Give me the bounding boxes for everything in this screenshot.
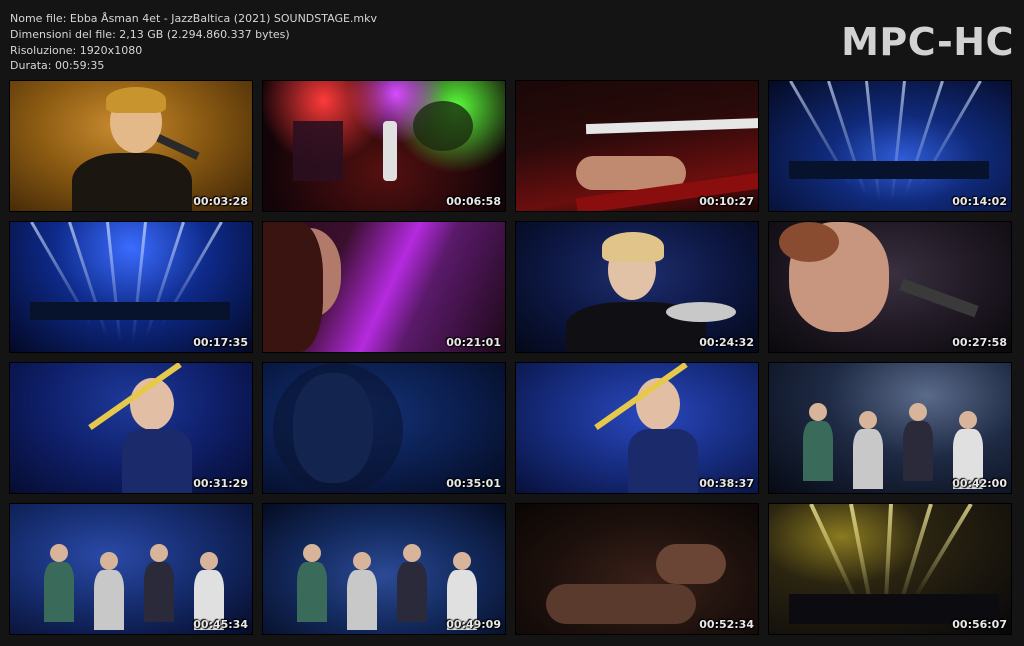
file-info: Nome file: Ebba Åsman 4et - JazzBaltica …	[10, 11, 377, 74]
thumbnail-timestamp: 00:35:01	[446, 477, 501, 490]
thumbnail-frame-image	[10, 222, 252, 352]
performer-hair	[263, 222, 323, 352]
thumbnail-frame-image	[516, 504, 758, 634]
musician-body	[903, 421, 933, 481]
musician-head	[303, 544, 321, 562]
file-size: Dimensioni del file: 2,13 GB (2.294.860.…	[10, 27, 290, 41]
stage-floor	[789, 161, 989, 179]
musician-head	[453, 552, 471, 570]
file-name: Nome file: Ebba Åsman 4et - JazzBaltica …	[10, 12, 378, 25]
thumbnail-frame-image	[769, 363, 1011, 493]
microphone	[899, 278, 979, 318]
musician-head	[403, 544, 421, 562]
thumbnail-timestamp: 00:56:07	[952, 618, 1007, 631]
musician-head	[959, 411, 977, 429]
thumbnail-frame-image	[516, 81, 758, 211]
musician-body	[94, 570, 124, 630]
performer-body	[72, 153, 192, 211]
thumbnail-grid: 00:03:28 00:06:58 00:10:27 00:14:02 00:17:35…	[9, 80, 1013, 636]
musician-head	[809, 403, 827, 421]
drum-kit	[413, 101, 473, 151]
thumbnail-frame-image	[516, 222, 758, 352]
video-thumbnail: 00:21:01	[262, 221, 506, 353]
stage-floor	[30, 302, 230, 320]
thumbnail-timestamp: 00:45:34	[193, 618, 248, 631]
thumbnail-frame-image	[769, 81, 1011, 211]
light-beam	[131, 222, 147, 342]
musician-head	[909, 403, 927, 421]
performer	[383, 121, 397, 181]
musician-head	[150, 544, 168, 562]
video-thumbnail: 00:56:07	[768, 503, 1012, 635]
thumbnail-frame-image	[263, 222, 505, 352]
musician-head	[859, 411, 877, 429]
video-thumbnail: 00:24:32	[515, 221, 759, 353]
performer-hair	[779, 222, 839, 262]
musician-body	[803, 421, 833, 481]
musician-body	[297, 562, 327, 622]
video-thumbnail: 00:10:27	[515, 80, 759, 212]
video-thumbnail: 00:35:01	[262, 362, 506, 494]
video-thumbnail: 00:42:00	[768, 362, 1012, 494]
mpc-hc-logo: MPC-HC	[841, 20, 1014, 64]
video-thumbnail: 00:38:37	[515, 362, 759, 494]
thumbnail-timestamp: 00:38:37	[699, 477, 754, 490]
musician-body	[44, 562, 74, 622]
thumbnail-frame-image	[263, 363, 505, 493]
performer-hair	[273, 363, 403, 493]
musician-head	[200, 552, 218, 570]
thumbnail-frame-image	[263, 81, 505, 211]
performer-body	[628, 429, 698, 493]
keyboard-keys	[585, 117, 758, 135]
file-resolution: Risoluzione: 1920x1080	[10, 43, 143, 57]
performer-hair	[602, 232, 664, 262]
thumbnail-frame-image	[10, 504, 252, 634]
thumbnail-frame-image	[10, 81, 252, 211]
video-thumbnail: 00:27:58	[768, 221, 1012, 353]
musician-head	[50, 544, 68, 562]
video-thumbnail: 00:06:58	[262, 80, 506, 212]
musician-body	[144, 562, 174, 622]
thumbnail-timestamp: 00:49:09	[446, 618, 501, 631]
thumbnail-timestamp: 00:24:32	[699, 336, 754, 349]
video-thumbnail: 00:31:29	[9, 362, 253, 494]
thumbnail-timestamp: 00:03:28	[193, 195, 248, 208]
keyboard-rig	[293, 121, 343, 181]
thumbnail-timestamp: 00:31:29	[193, 477, 248, 490]
musician-head	[353, 552, 371, 570]
video-thumbnail: 00:17:35	[9, 221, 253, 353]
performer-body	[122, 429, 192, 493]
thumbnail-frame-image	[263, 504, 505, 634]
thumbnail-timestamp: 00:27:58	[952, 336, 1007, 349]
light-beam	[890, 81, 906, 201]
light-beam	[106, 222, 122, 342]
performer-hair	[106, 87, 166, 113]
thumbnail-timestamp: 00:10:27	[699, 195, 754, 208]
video-thumbnail: 00:45:34	[9, 503, 253, 635]
light-beam	[865, 81, 881, 201]
hand	[656, 544, 726, 584]
light-beam	[912, 504, 973, 600]
thumbnail-timestamp: 00:21:01	[446, 336, 501, 349]
video-thumbnail: 00:14:02	[768, 80, 1012, 212]
thumbnail-timestamp: 00:14:02	[952, 195, 1007, 208]
video-thumbnail: 00:03:28	[9, 80, 253, 212]
thumbnail-timestamp: 00:42:00	[952, 477, 1007, 490]
microphone	[666, 302, 736, 322]
thumbnail-frame-image	[769, 504, 1011, 634]
hand	[546, 584, 696, 624]
file-duration: Durata: 00:59:35	[10, 59, 105, 73]
thumbnail-frame-image	[769, 222, 1011, 352]
video-thumbnail: 00:49:09	[262, 503, 506, 635]
thumbnail-timestamp: 00:06:58	[446, 195, 501, 208]
musician-body	[347, 570, 377, 630]
musician-body	[853, 429, 883, 489]
musician-body	[397, 562, 427, 622]
video-thumbnail: 00:52:34	[515, 503, 759, 635]
thumbnail-timestamp: 00:52:34	[699, 618, 754, 631]
thumbnail-timestamp: 00:17:35	[193, 336, 248, 349]
musician-head	[100, 552, 118, 570]
thumbnail-frame-image	[10, 363, 252, 493]
thumbnail-frame-image	[516, 363, 758, 493]
